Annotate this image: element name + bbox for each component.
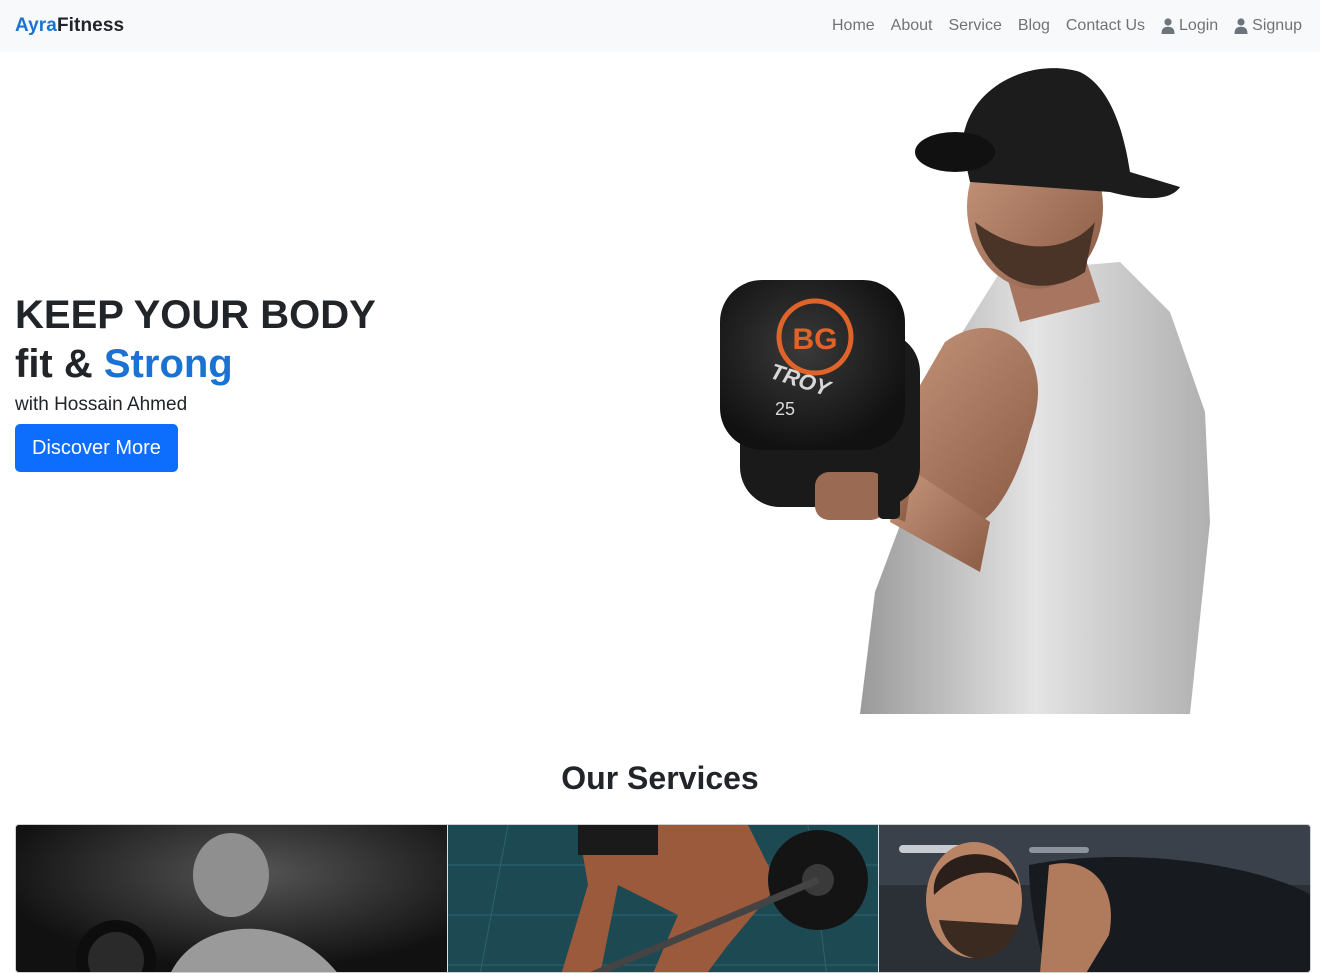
discover-more-button[interactable]: Discover More: [15, 424, 178, 472]
nav-contact[interactable]: Contact Us: [1058, 17, 1153, 35]
signup-label: Signup: [1252, 17, 1302, 34]
user-icon: [1234, 18, 1248, 34]
user-icon: [1161, 18, 1175, 34]
nav-signup[interactable]: Signup: [1226, 17, 1305, 35]
brand-accent: Ayra: [15, 15, 57, 36]
login-label: Login: [1179, 17, 1219, 34]
navbar: AyraFitness Home About Service Blog Cont…: [0, 0, 1320, 52]
hero-section: KEEP YOUR BODY fit & Strong with Hossain…: [15, 290, 615, 472]
services-title: Our Services: [561, 760, 759, 796]
service-card[interactable]: [878, 825, 1310, 972]
nav-home[interactable]: Home: [824, 17, 883, 35]
nav-login[interactable]: Login: [1153, 17, 1226, 35]
service-card[interactable]: [16, 825, 447, 972]
service-card[interactable]: [446, 825, 879, 972]
hero-prefix: fit &: [15, 342, 104, 386]
service-image: [879, 825, 1310, 972]
nav-blog[interactable]: Blog: [1010, 17, 1058, 35]
hero-athlete-image: BG TROY 25: [720, 68, 1210, 714]
brand-logo[interactable]: AyraFitness: [15, 15, 124, 37]
service-image: [16, 825, 447, 972]
service-image: [447, 825, 879, 972]
hero-accent-word: Strong: [103, 342, 233, 386]
nav-about[interactable]: About: [883, 17, 941, 35]
hero-headline-2: fit & Strong: [15, 340, 615, 388]
hero-headline: KEEP YOUR BODY: [15, 293, 376, 337]
services-gallery: [15, 824, 1311, 973]
nav-service[interactable]: Service: [940, 17, 1009, 35]
dumbbell-weight-text: 25: [775, 399, 795, 419]
dumbbell-logo-text: BG: [793, 323, 838, 356]
hero-subtitle: with Hossain Ahmed: [15, 394, 188, 415]
nav-links: Home About Service Blog Contact Us Login…: [824, 17, 1305, 35]
brand-main: Fitness: [56, 15, 125, 36]
